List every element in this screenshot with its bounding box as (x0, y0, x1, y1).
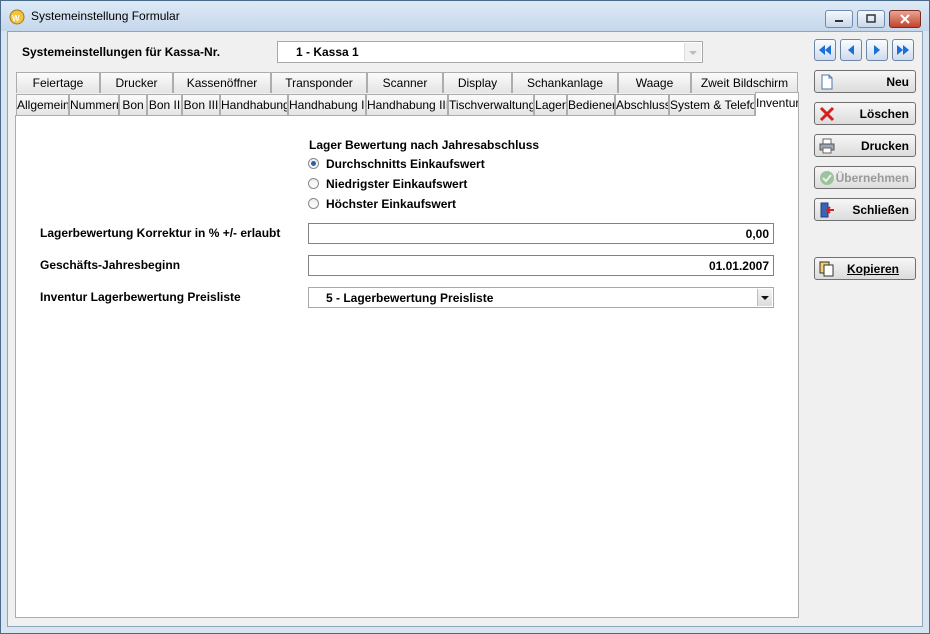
inventur-panel: Lager Bewertung nach Jahresabschluss Dur… (15, 115, 799, 618)
tab-bon-iii[interactable]: Bon III (182, 94, 220, 115)
uebernehmen-button-label: Übernehmen (835, 171, 909, 185)
chevron-down-icon[interactable] (757, 289, 772, 306)
korrektur-input[interactable]: 0,00 (308, 223, 774, 244)
korrektur-value: 0,00 (745, 227, 769, 241)
radio-hoechster[interactable] (308, 198, 319, 209)
new-document-icon (821, 74, 833, 90)
preisliste-value: 5 - Lagerbewertung Preisliste (326, 291, 494, 305)
tab-kassenoeffner[interactable]: Kassenöffner (173, 72, 271, 93)
tab-handhabung-iii[interactable]: Handhabung III (366, 94, 448, 115)
title-bar: W Systemeinstellung Formular (1, 1, 929, 31)
drucken-button[interactable]: Drucken (814, 134, 916, 157)
tab-handhabung-ii[interactable]: Handhabung II (288, 94, 366, 115)
kassa-label: Systemeinstellungen für Kassa-Nr. (22, 45, 221, 59)
tab-bon[interactable]: Bon (119, 94, 147, 115)
kopieren-button[interactable]: Kopieren (814, 257, 916, 280)
last-record-icon (897, 45, 909, 55)
minimize-icon (835, 20, 843, 22)
loeschen-button-label: Löschen (859, 107, 909, 121)
tab-bediener[interactable]: Bediener (567, 94, 615, 115)
radio-niedrigster[interactable] (308, 178, 319, 189)
uebernehmen-button[interactable]: Übernehmen (814, 166, 916, 189)
previous-record-icon (848, 45, 854, 55)
tab-transponder[interactable]: Transponder (271, 72, 367, 93)
last-record-button[interactable] (892, 39, 914, 61)
neu-button-label: Neu (886, 75, 909, 89)
tab-waage[interactable]: Waage (618, 72, 691, 93)
tab-schankanlage[interactable]: Schankanlage (512, 72, 618, 93)
application-window: W Systemeinstellung Formular Systemeinst… (0, 0, 930, 634)
close-button[interactable] (889, 10, 921, 28)
next-record-button[interactable] (866, 39, 888, 61)
tab-system-telefon[interactable]: System & Telefon (669, 94, 755, 115)
delete-x-icon (819, 106, 835, 122)
lager-bewertung-group-title: Lager Bewertung nach Jahresabschluss (309, 138, 540, 152)
preisliste-label: Inventur Lagerbewertung Preisliste (40, 290, 241, 304)
first-record-icon (819, 45, 831, 55)
radio-durchschnitts[interactable] (308, 158, 319, 169)
tab-display[interactable]: Display (443, 72, 512, 93)
tab-inventur[interactable]: Inventur (755, 92, 799, 116)
tab-handhabung[interactable]: Handhabung (220, 94, 288, 115)
preisliste-select[interactable]: 5 - Lagerbewertung Preisliste (308, 287, 774, 308)
apply-icon (820, 171, 834, 185)
kassa-select-value: 1 - Kassa 1 (296, 45, 359, 59)
tab-lager[interactable]: Lager (534, 94, 567, 115)
window-title: Systemeinstellung Formular (31, 9, 180, 23)
radio-niedrigster-label[interactable]: Niedrigster Einkaufswert (326, 177, 467, 191)
kassa-select[interactable]: 1 - Kassa 1 (277, 41, 703, 63)
tab-tischverwaltung[interactable]: Tischverwaltung (448, 94, 534, 115)
minimize-button[interactable] (825, 10, 853, 28)
tab-abschluss[interactable]: Abschluss (615, 94, 669, 115)
exit-door-icon (820, 202, 834, 218)
tab-nummern[interactable]: Nummern (69, 94, 119, 115)
kopieren-button-label: Kopieren (846, 262, 899, 276)
maximize-button[interactable] (857, 10, 885, 28)
first-record-button[interactable] (814, 39, 836, 61)
tab-allgemein[interactable]: Allgemein (16, 94, 69, 115)
tab-drucker[interactable]: Drucker (100, 72, 173, 93)
radio-hoechster-label[interactable]: Höchster Einkaufswert (326, 197, 456, 211)
copy-icon (819, 261, 834, 277)
tab-bon-ii[interactable]: Bon II (147, 94, 182, 115)
jahresbeginn-label: Geschäfts-Jahresbeginn (40, 258, 181, 272)
jahresbeginn-input[interactable]: 01.01.2007 (308, 255, 774, 276)
schliessen-button[interactable]: Schließen (814, 198, 916, 221)
drucken-button-label: Drucken (860, 139, 909, 153)
close-icon (900, 14, 910, 24)
maximize-icon (866, 14, 876, 23)
radio-durchschnitts-label[interactable]: Durchschnitts Einkaufswert (326, 157, 485, 171)
next-record-icon (874, 45, 880, 55)
korrektur-label: Lagerbewertung Korrektur in % +/- erlaub… (40, 226, 281, 240)
tab-feiertage[interactable]: Feiertage (16, 72, 100, 93)
svg-text:W: W (12, 14, 20, 23)
neu-button[interactable]: Neu (814, 70, 916, 93)
tab-scanner[interactable]: Scanner (367, 72, 443, 93)
tab-zweit-bildschirm[interactable]: Zweit Bildschirm (691, 72, 798, 93)
schliessen-button-label: Schließen (852, 203, 909, 217)
jahresbeginn-value: 01.01.2007 (708, 259, 769, 273)
loeschen-button[interactable]: Löschen (814, 102, 916, 125)
previous-record-button[interactable] (840, 39, 862, 61)
printer-icon (819, 138, 835, 154)
app-logo-icon: W (9, 9, 25, 25)
chevron-down-icon[interactable] (684, 43, 701, 61)
